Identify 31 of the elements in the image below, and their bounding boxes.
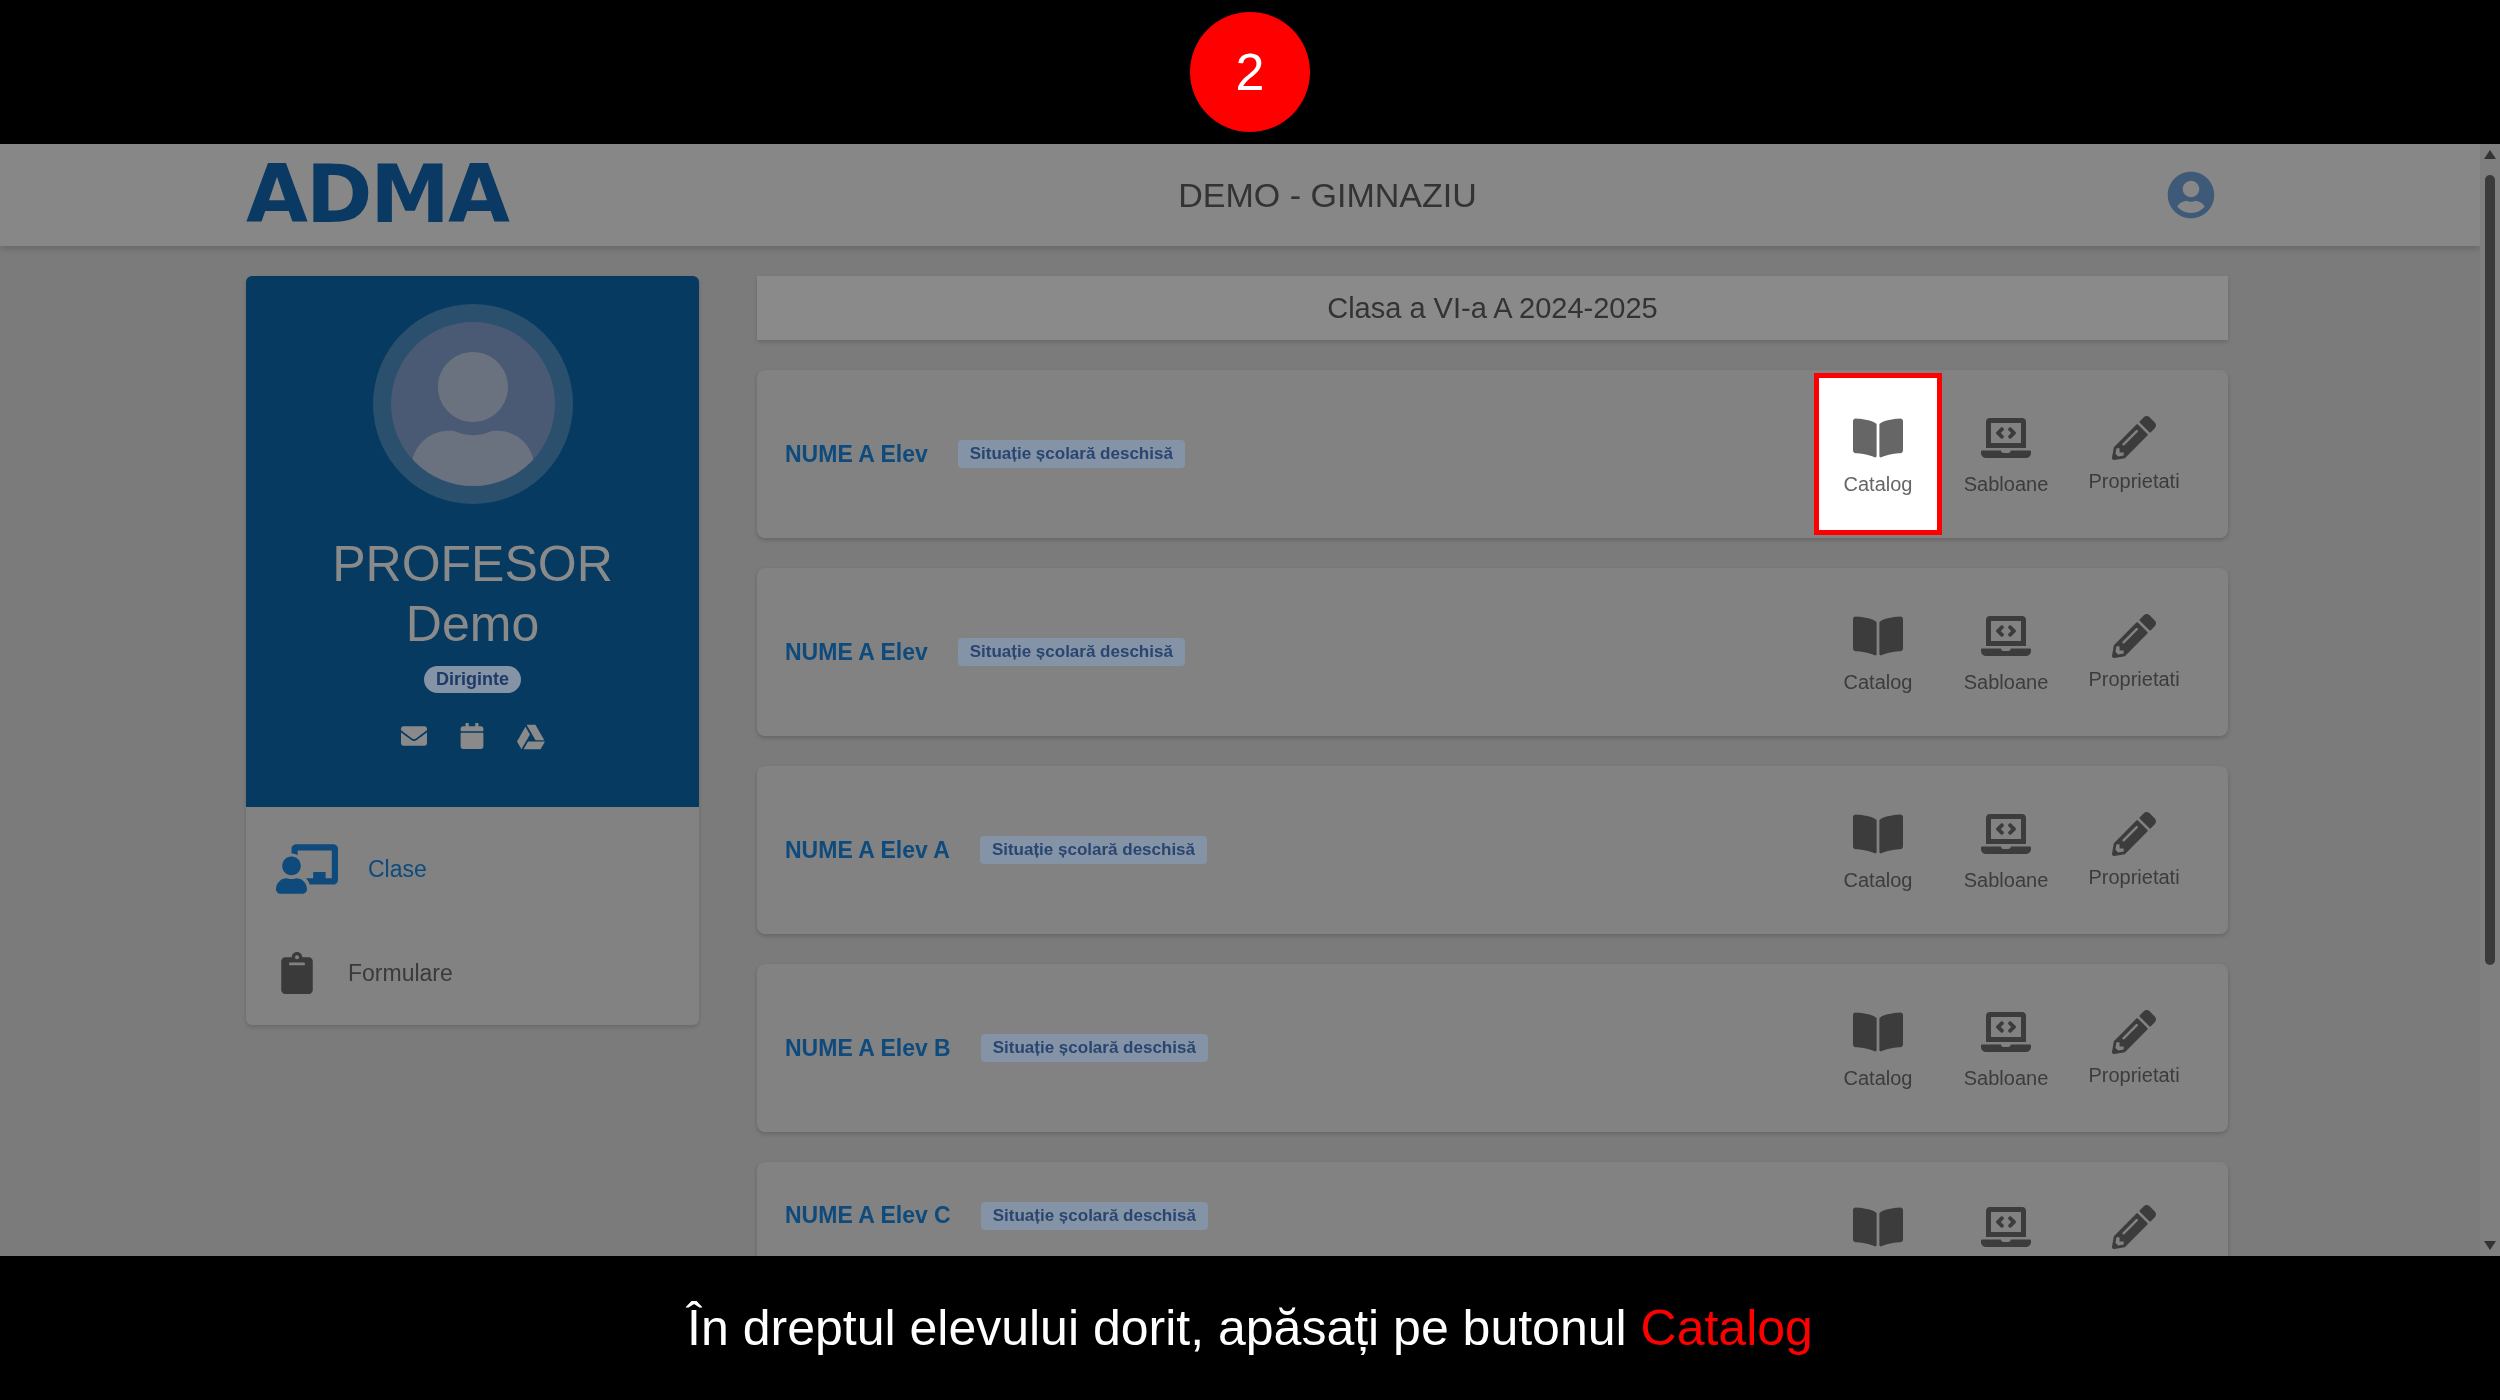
status-badge: Situație școlară deschisă xyxy=(980,1202,1208,1230)
status-badge: Situație școlară deschisă xyxy=(957,440,1185,468)
student-name[interactable]: NUME A Elev xyxy=(785,440,928,468)
action-button[interactable]: Sabloane xyxy=(1942,967,2070,1129)
action-button[interactable]: Sabloane xyxy=(1942,571,2070,733)
sidebar-menu-item[interactable]: Clase xyxy=(246,817,699,921)
action-button[interactable]: Proprietati xyxy=(2070,373,2198,535)
class-title: Clasa a VI-a A 2024-2025 xyxy=(757,276,2228,340)
action-button[interactable]: Proprietati xyxy=(2070,571,2198,733)
student-name[interactable]: NUME A Elev B xyxy=(785,1034,951,1062)
logo: ADMA xyxy=(246,155,508,235)
school-title: DEMO - GIMNAZIU xyxy=(1177,175,1478,215)
action-button[interactable]: Catalog xyxy=(1814,769,1942,931)
caption-text: În dreptul elevului dorit, apăsați pe butonul Catalog xyxy=(687,1299,1813,1357)
sidebar-menu-item[interactable]: Formulare xyxy=(246,921,699,1025)
action-button[interactable]: Catalog xyxy=(1814,967,1942,1129)
role-badge: Diriginte xyxy=(424,666,521,693)
step-number-badge: 2 xyxy=(1190,12,1310,132)
student-name[interactable]: NUME A Elev C xyxy=(785,1202,951,1229)
profile-name: PROFESOR Demo xyxy=(332,535,613,654)
student-name[interactable]: NUME A Elev xyxy=(785,638,928,666)
action-button[interactable]: Sabloane xyxy=(1942,373,2070,535)
action-button[interactable]: Sabloane xyxy=(1942,769,2070,931)
action-button[interactable]: Catalog xyxy=(1814,571,1942,733)
action-button[interactable]: Proprietati xyxy=(2070,769,2198,931)
action-button[interactable]: Catalog xyxy=(1814,373,1942,535)
status-badge: Situație școlară deschisă xyxy=(979,836,1208,864)
status-badge: Situație școlară deschisă xyxy=(957,638,1185,666)
student-name[interactable]: NUME A Elev A xyxy=(785,836,950,864)
status-badge: Situație școlară deschisă xyxy=(980,1034,1208,1062)
action-button[interactable]: Proprietati xyxy=(2070,967,2198,1129)
